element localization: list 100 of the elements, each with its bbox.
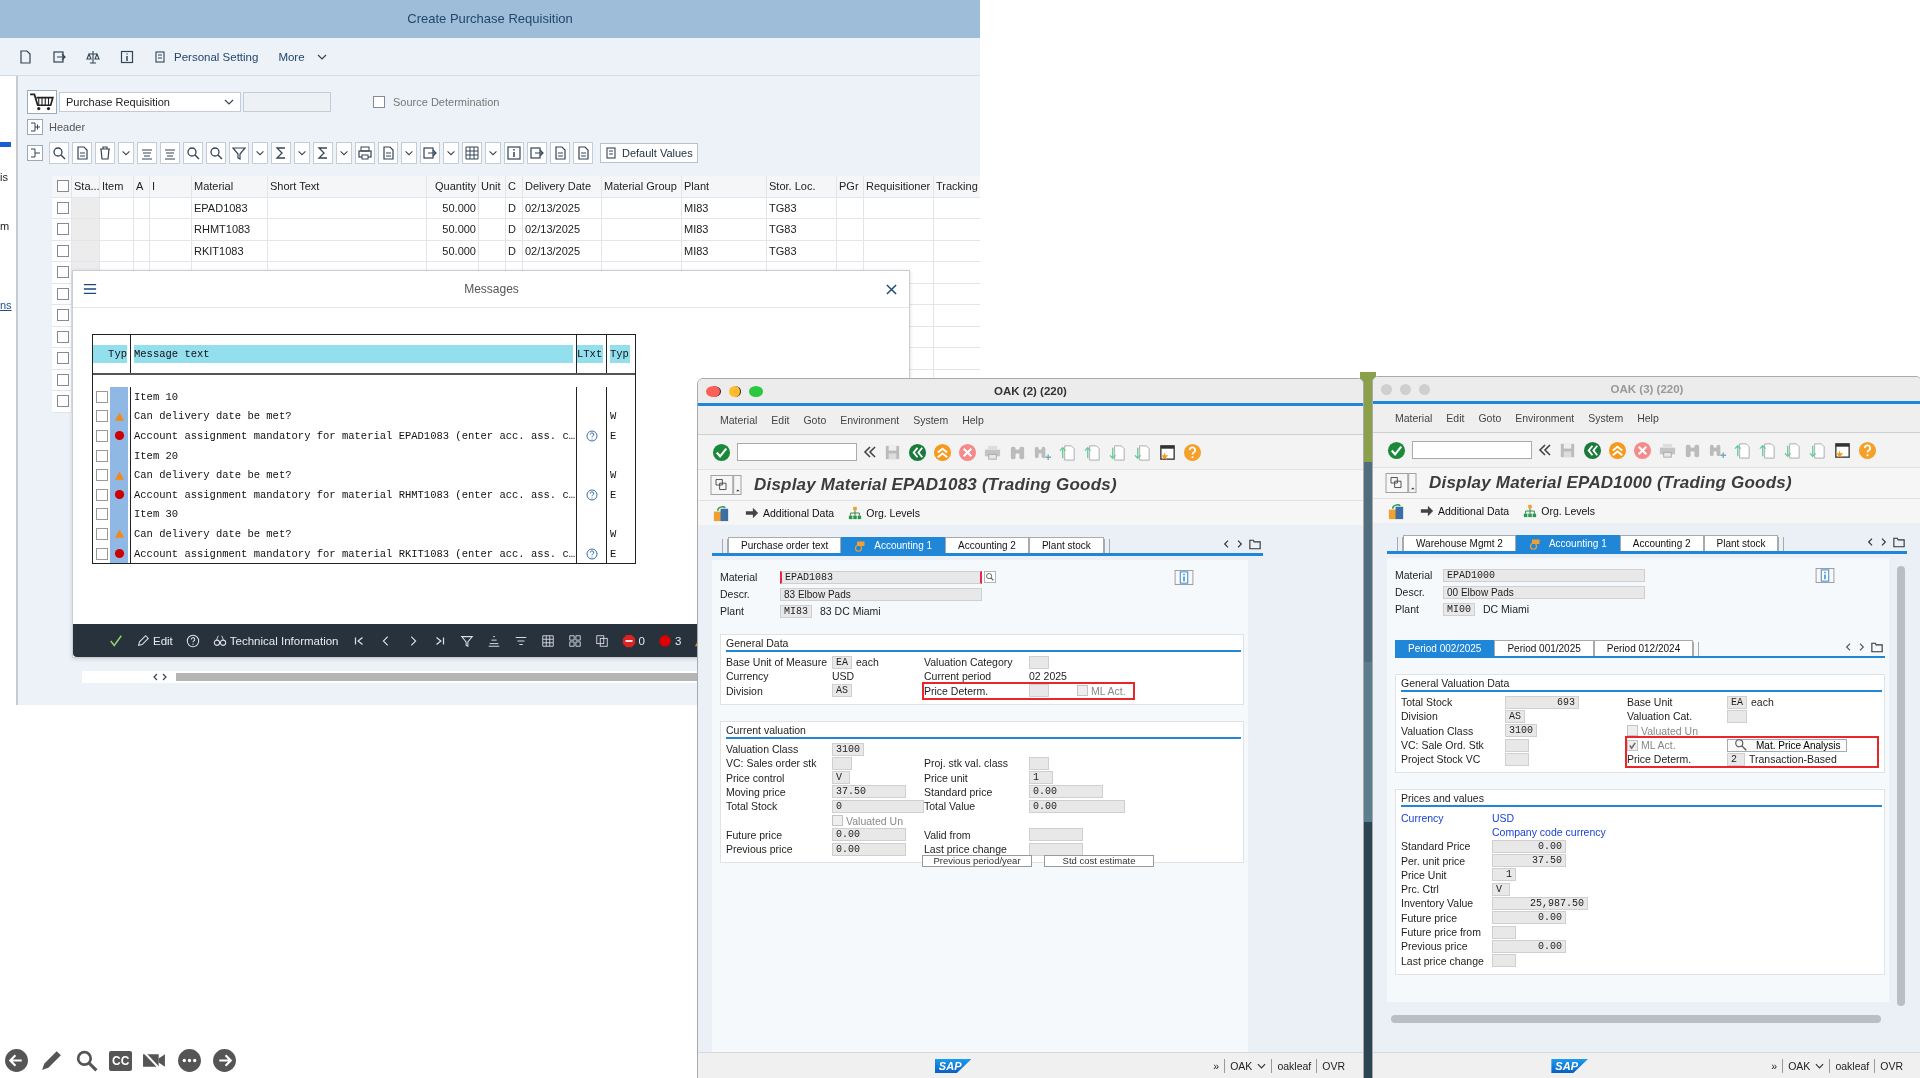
row-checkbox[interactable] [57, 352, 69, 365]
search-icon[interactable] [984, 571, 996, 583]
additional-data-button[interactable]: Additional Data [1420, 504, 1510, 518]
transfer-icon[interactable] [712, 503, 731, 523]
row-checkbox[interactable] [57, 201, 69, 214]
new-window-icon[interactable] [1158, 442, 1177, 462]
caret-icon[interactable] [1257, 1063, 1267, 1069]
close-icon[interactable] [886, 283, 897, 295]
scroll-tabs-icon[interactable] [1223, 539, 1243, 549]
caret-icon[interactable] [1815, 1063, 1825, 1069]
copy-icon[interactable] [594, 633, 609, 648]
scroll-arrows-icon[interactable] [152, 673, 168, 681]
sum-icon[interactable] [313, 142, 333, 164]
page-down-icon[interactable] [1808, 440, 1827, 460]
folder-icon[interactable] [1871, 642, 1883, 653]
row-checkbox[interactable] [57, 373, 69, 386]
up-icon[interactable] [1608, 440, 1627, 460]
document-icon[interactable] [72, 142, 92, 164]
menu-item[interactable]: Material [720, 414, 758, 426]
row-checkbox[interactable] [96, 469, 108, 482]
menu-item[interactable]: Goto [1478, 412, 1502, 424]
column-header[interactable]: Quantity [427, 176, 479, 197]
tab[interactable]: Period 012/2024 [1593, 640, 1694, 656]
display-change-icon[interactable] [1385, 473, 1417, 493]
page-up-icon[interactable] [1758, 440, 1777, 460]
document-type-dropdown[interactable]: Purchase Requisition [59, 92, 241, 112]
edit-button[interactable]: Edit [136, 633, 173, 648]
folder-icon[interactable] [1249, 539, 1261, 550]
cancel-icon[interactable] [958, 442, 977, 462]
row-checkbox[interactable] [96, 390, 108, 403]
tab[interactable]: Warehouse Mgmt 2 [1403, 535, 1516, 551]
folder-icon[interactable] [1893, 537, 1905, 548]
technical-information-button[interactable]: Technical Information [212, 633, 339, 648]
row-checkbox[interactable] [96, 410, 108, 423]
status-item[interactable]: » [1213, 1060, 1220, 1072]
status-item[interactable]: OVR [1880, 1060, 1903, 1072]
export-icon[interactable] [420, 142, 440, 164]
window-control[interactable] [729, 385, 741, 397]
tab[interactable]: Plant stock [1028, 537, 1104, 553]
page-up-icon[interactable] [1733, 440, 1752, 460]
up-icon[interactable] [933, 442, 952, 462]
double-chevron-icon[interactable] [863, 445, 877, 459]
tab[interactable]: Accounting 2 [945, 537, 1029, 553]
check-icon[interactable] [1387, 440, 1406, 460]
document-icon[interactable] [573, 142, 593, 164]
search-icon[interactable] [206, 142, 226, 164]
new-window-icon[interactable] [1833, 440, 1852, 460]
row-checkbox[interactable] [96, 527, 108, 540]
action-button[interactable]: Previous period/year [922, 855, 1032, 868]
tab[interactable]: Accounting 1 [1515, 535, 1620, 551]
filter-icon[interactable] [229, 142, 249, 164]
menu-item[interactable]: Edit [1446, 412, 1465, 424]
row-checkbox[interactable] [57, 309, 69, 322]
display-change-icon[interactable] [710, 475, 742, 495]
row-checkbox[interactable] [96, 449, 108, 462]
column-header[interactable]: I [150, 176, 192, 197]
transfer-icon[interactable] [1387, 501, 1406, 521]
status-item[interactable]: OAK [1230, 1060, 1253, 1072]
forward-icon[interactable] [212, 1048, 238, 1073]
page-up-icon[interactable] [1083, 442, 1102, 462]
window-control[interactable] [706, 385, 721, 397]
tab[interactable]: Period 002/2025 [1395, 640, 1495, 656]
column-header[interactable]: Material [192, 176, 268, 197]
personal-setting-button[interactable]: Personal Setting [154, 49, 259, 64]
grid-icon[interactable] [540, 633, 555, 648]
row-checkbox[interactable] [96, 508, 108, 521]
cancel-icon[interactable] [1633, 440, 1652, 460]
grid-icon[interactable] [462, 142, 482, 164]
menu-item[interactable]: Environment [840, 414, 900, 426]
sort-icon[interactable] [486, 633, 501, 648]
action-button[interactable]: Std cost estimate [1044, 855, 1154, 868]
default-values-button[interactable]: Default Values [600, 143, 698, 163]
tab[interactable]: Plant stock [1703, 535, 1779, 551]
search-icon[interactable] [183, 142, 203, 164]
search-icon[interactable] [49, 142, 69, 164]
sum-icon[interactable] [271, 142, 291, 164]
menu-item[interactable]: Help [962, 414, 984, 426]
column-header[interactable]: Plant [682, 176, 767, 197]
tab[interactable]: Purchase order text [728, 537, 842, 553]
info-icon[interactable] [120, 49, 134, 64]
scales-icon[interactable] [86, 49, 100, 64]
back-icon[interactable] [908, 442, 927, 462]
trash-icon[interactable] [95, 142, 115, 164]
command-field[interactable] [737, 443, 857, 461]
tab[interactable]: Accounting 1 [841, 537, 946, 553]
check-icon[interactable] [712, 442, 731, 462]
column-header[interactable]: Material Group [602, 176, 682, 197]
additional-data-button[interactable]: Additional Data [745, 506, 835, 520]
row-checkbox[interactable] [57, 330, 69, 343]
column-header[interactable]: Requisitioner [864, 176, 934, 197]
scroll-tabs-icon[interactable] [1867, 537, 1887, 547]
page-up-icon[interactable] [1058, 442, 1077, 462]
menu-item[interactable]: Environment [1515, 412, 1575, 424]
captions-button[interactable]: CC [109, 1050, 133, 1071]
menu-item[interactable]: Edit [771, 414, 790, 426]
back-icon[interactable] [1583, 440, 1602, 460]
row-checkbox[interactable] [96, 430, 108, 442]
document-icon[interactable] [550, 142, 570, 164]
column-header[interactable]: Short Text [268, 176, 427, 197]
status-item[interactable]: oakleaf [1277, 1060, 1312, 1072]
